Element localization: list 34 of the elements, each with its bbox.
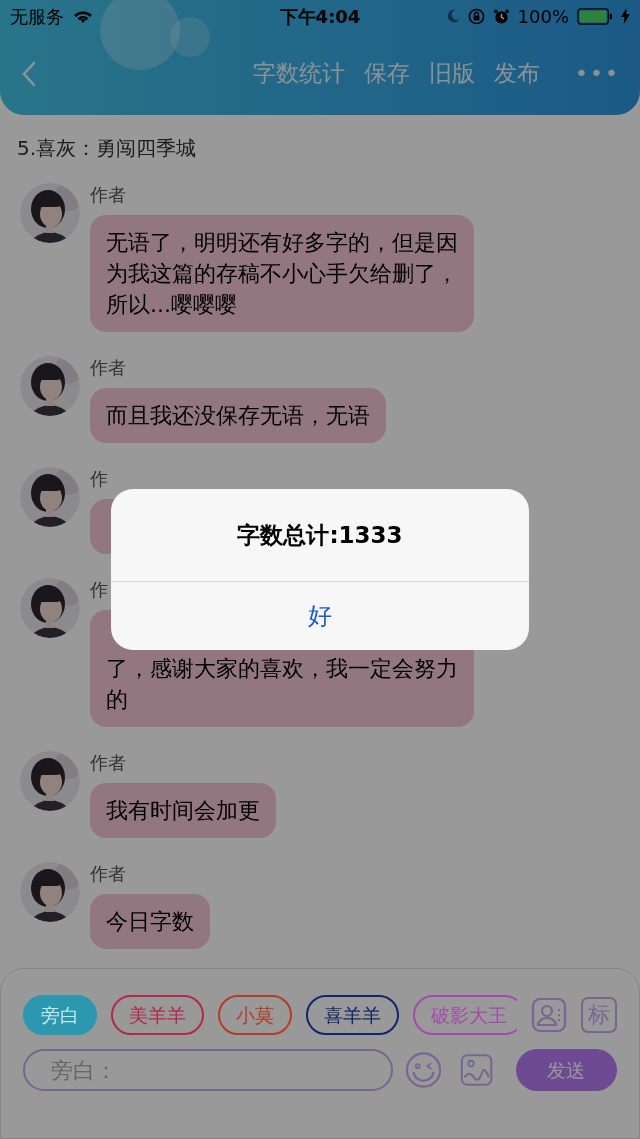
author-name: 作者 bbox=[90, 183, 126, 207]
role-chip[interactable]: 破影大王 bbox=[413, 995, 517, 1035]
alarm-icon bbox=[492, 7, 510, 25]
message-bubble: 无语了，明明还有好多字的，但是因为我这篇的存稿不小心手欠给删了，所以...嘤嘤嘤 bbox=[90, 215, 474, 332]
emoji-icon[interactable] bbox=[405, 1051, 443, 1089]
contact-card-icon[interactable] bbox=[531, 997, 567, 1033]
charging-icon bbox=[621, 8, 630, 24]
nav-action[interactable]: 旧版 bbox=[429, 56, 476, 91]
message-bubble: 我有时间会加更 bbox=[90, 783, 276, 838]
more-button[interactable]: ••• bbox=[575, 57, 620, 90]
image-icon[interactable] bbox=[460, 1053, 494, 1087]
message-bubble: 今日字数 bbox=[90, 894, 210, 949]
moon-icon bbox=[445, 9, 460, 23]
role-chip[interactable]: 小莫 bbox=[218, 995, 292, 1035]
author-name: 作 bbox=[90, 467, 108, 491]
author-name: 作者 bbox=[90, 862, 126, 886]
send-button[interactable]: 发送 bbox=[515, 1049, 617, 1091]
battery-icon bbox=[577, 7, 613, 25]
author-name: 作者 bbox=[90, 356, 126, 380]
carrier-text: 无服务 bbox=[10, 4, 64, 29]
nav-action[interactable]: 保存 bbox=[364, 56, 411, 91]
clock-text: 下午4:04 bbox=[279, 4, 361, 29]
alert-message: 字数总计:1333 bbox=[237, 520, 403, 550]
role-chip[interactable]: 美羊羊 bbox=[111, 995, 204, 1035]
author-name: 作者 bbox=[90, 751, 126, 775]
message-bubble: 而且我还没保存无语，无语 bbox=[90, 388, 386, 443]
rotation-lock-icon bbox=[467, 7, 485, 25]
chapter-title: 5.喜灰：勇闯四季城 bbox=[17, 136, 197, 160]
author-name: 作 bbox=[90, 578, 108, 602]
nav-action[interactable]: 发布 bbox=[494, 56, 541, 91]
role-chip[interactable]: 旁白 bbox=[23, 995, 97, 1035]
battery-percent: 100% bbox=[517, 4, 569, 29]
role-chip[interactable]: 喜羊羊 bbox=[306, 995, 399, 1035]
nav-action[interactable]: 字数统计 bbox=[253, 56, 346, 91]
